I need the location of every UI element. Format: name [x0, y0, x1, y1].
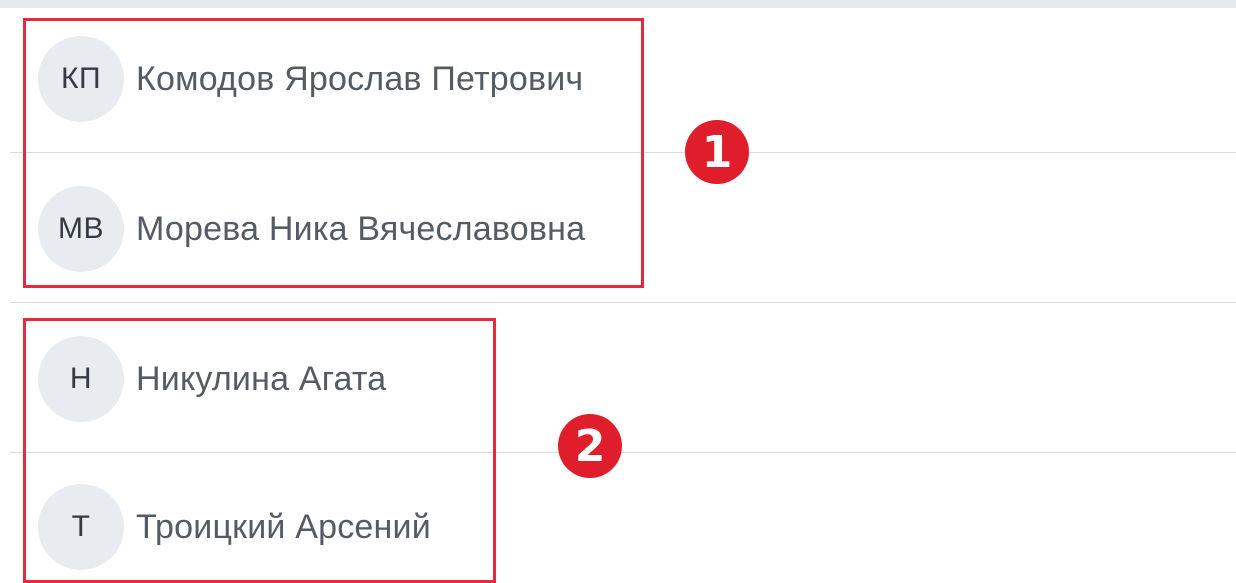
highlight-box-group-1: [23, 18, 644, 288]
annotation-badge-2: 2: [558, 414, 622, 478]
top-header-strip: [0, 0, 1236, 8]
annotation-badge-1: 1: [685, 120, 749, 184]
highlight-box-group-2: [23, 318, 496, 583]
row-divider: [10, 302, 1236, 303]
